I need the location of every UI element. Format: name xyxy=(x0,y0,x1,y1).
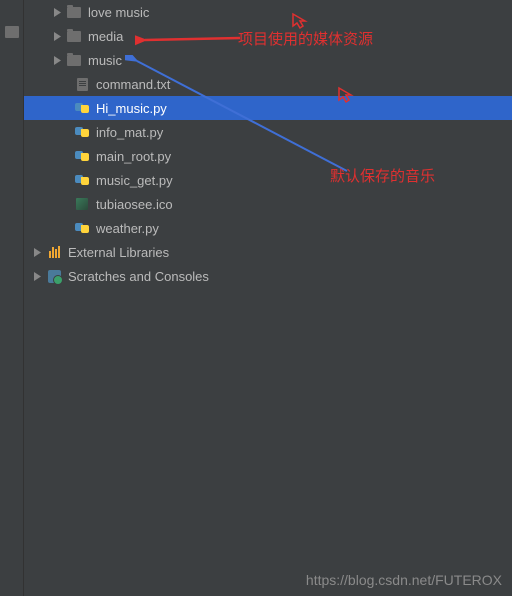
folder-icon xyxy=(66,52,82,68)
python-file-icon xyxy=(74,100,90,116)
tree-item-label: Scratches and Consoles xyxy=(68,269,209,284)
chevron-right-icon[interactable] xyxy=(52,31,62,41)
annotation-arrow-red xyxy=(135,30,245,48)
tree-item-label: media xyxy=(88,29,123,44)
tree-item-label: music xyxy=(88,53,122,68)
annotation-text-media: 项目使用的媒体资源 xyxy=(238,28,373,49)
scratches-icon xyxy=(46,268,62,284)
tree-file-tubiaosee[interactable]: tubiaosee.ico xyxy=(24,192,512,216)
tree-item-label: love music xyxy=(88,5,149,20)
folder-icon xyxy=(66,28,82,44)
python-file-icon xyxy=(74,124,90,140)
chevron-right-icon[interactable] xyxy=(52,55,62,65)
tree-item-label: External Libraries xyxy=(68,245,169,260)
tree-item-label: tubiaosee.ico xyxy=(96,197,173,212)
gutter-folder-icon xyxy=(5,26,19,38)
folder-icon xyxy=(66,4,82,20)
python-file-icon xyxy=(74,220,90,236)
chevron-right-icon[interactable] xyxy=(52,7,62,17)
python-file-icon xyxy=(74,172,90,188)
annotation-text-music: 默认保存的音乐 xyxy=(330,165,435,186)
watermark: https://blog.csdn.net/FUTEROX xyxy=(306,572,502,588)
chevron-right-icon[interactable] xyxy=(32,247,42,257)
text-file-icon xyxy=(74,76,90,92)
tree-folder-love-music[interactable]: love music xyxy=(24,0,512,24)
tree-scratches[interactable]: Scratches and Consoles xyxy=(24,264,512,288)
chevron-right-icon[interactable] xyxy=(32,271,42,281)
libraries-icon xyxy=(46,244,62,260)
tree-external-libraries[interactable]: External Libraries xyxy=(24,240,512,264)
annotation-arrow-blue xyxy=(125,55,355,177)
tree-item-label: weather.py xyxy=(96,221,159,236)
tree-file-weather[interactable]: weather.py xyxy=(24,216,512,240)
python-file-icon xyxy=(74,148,90,164)
ico-file-icon xyxy=(74,196,90,212)
gutter xyxy=(0,0,24,596)
